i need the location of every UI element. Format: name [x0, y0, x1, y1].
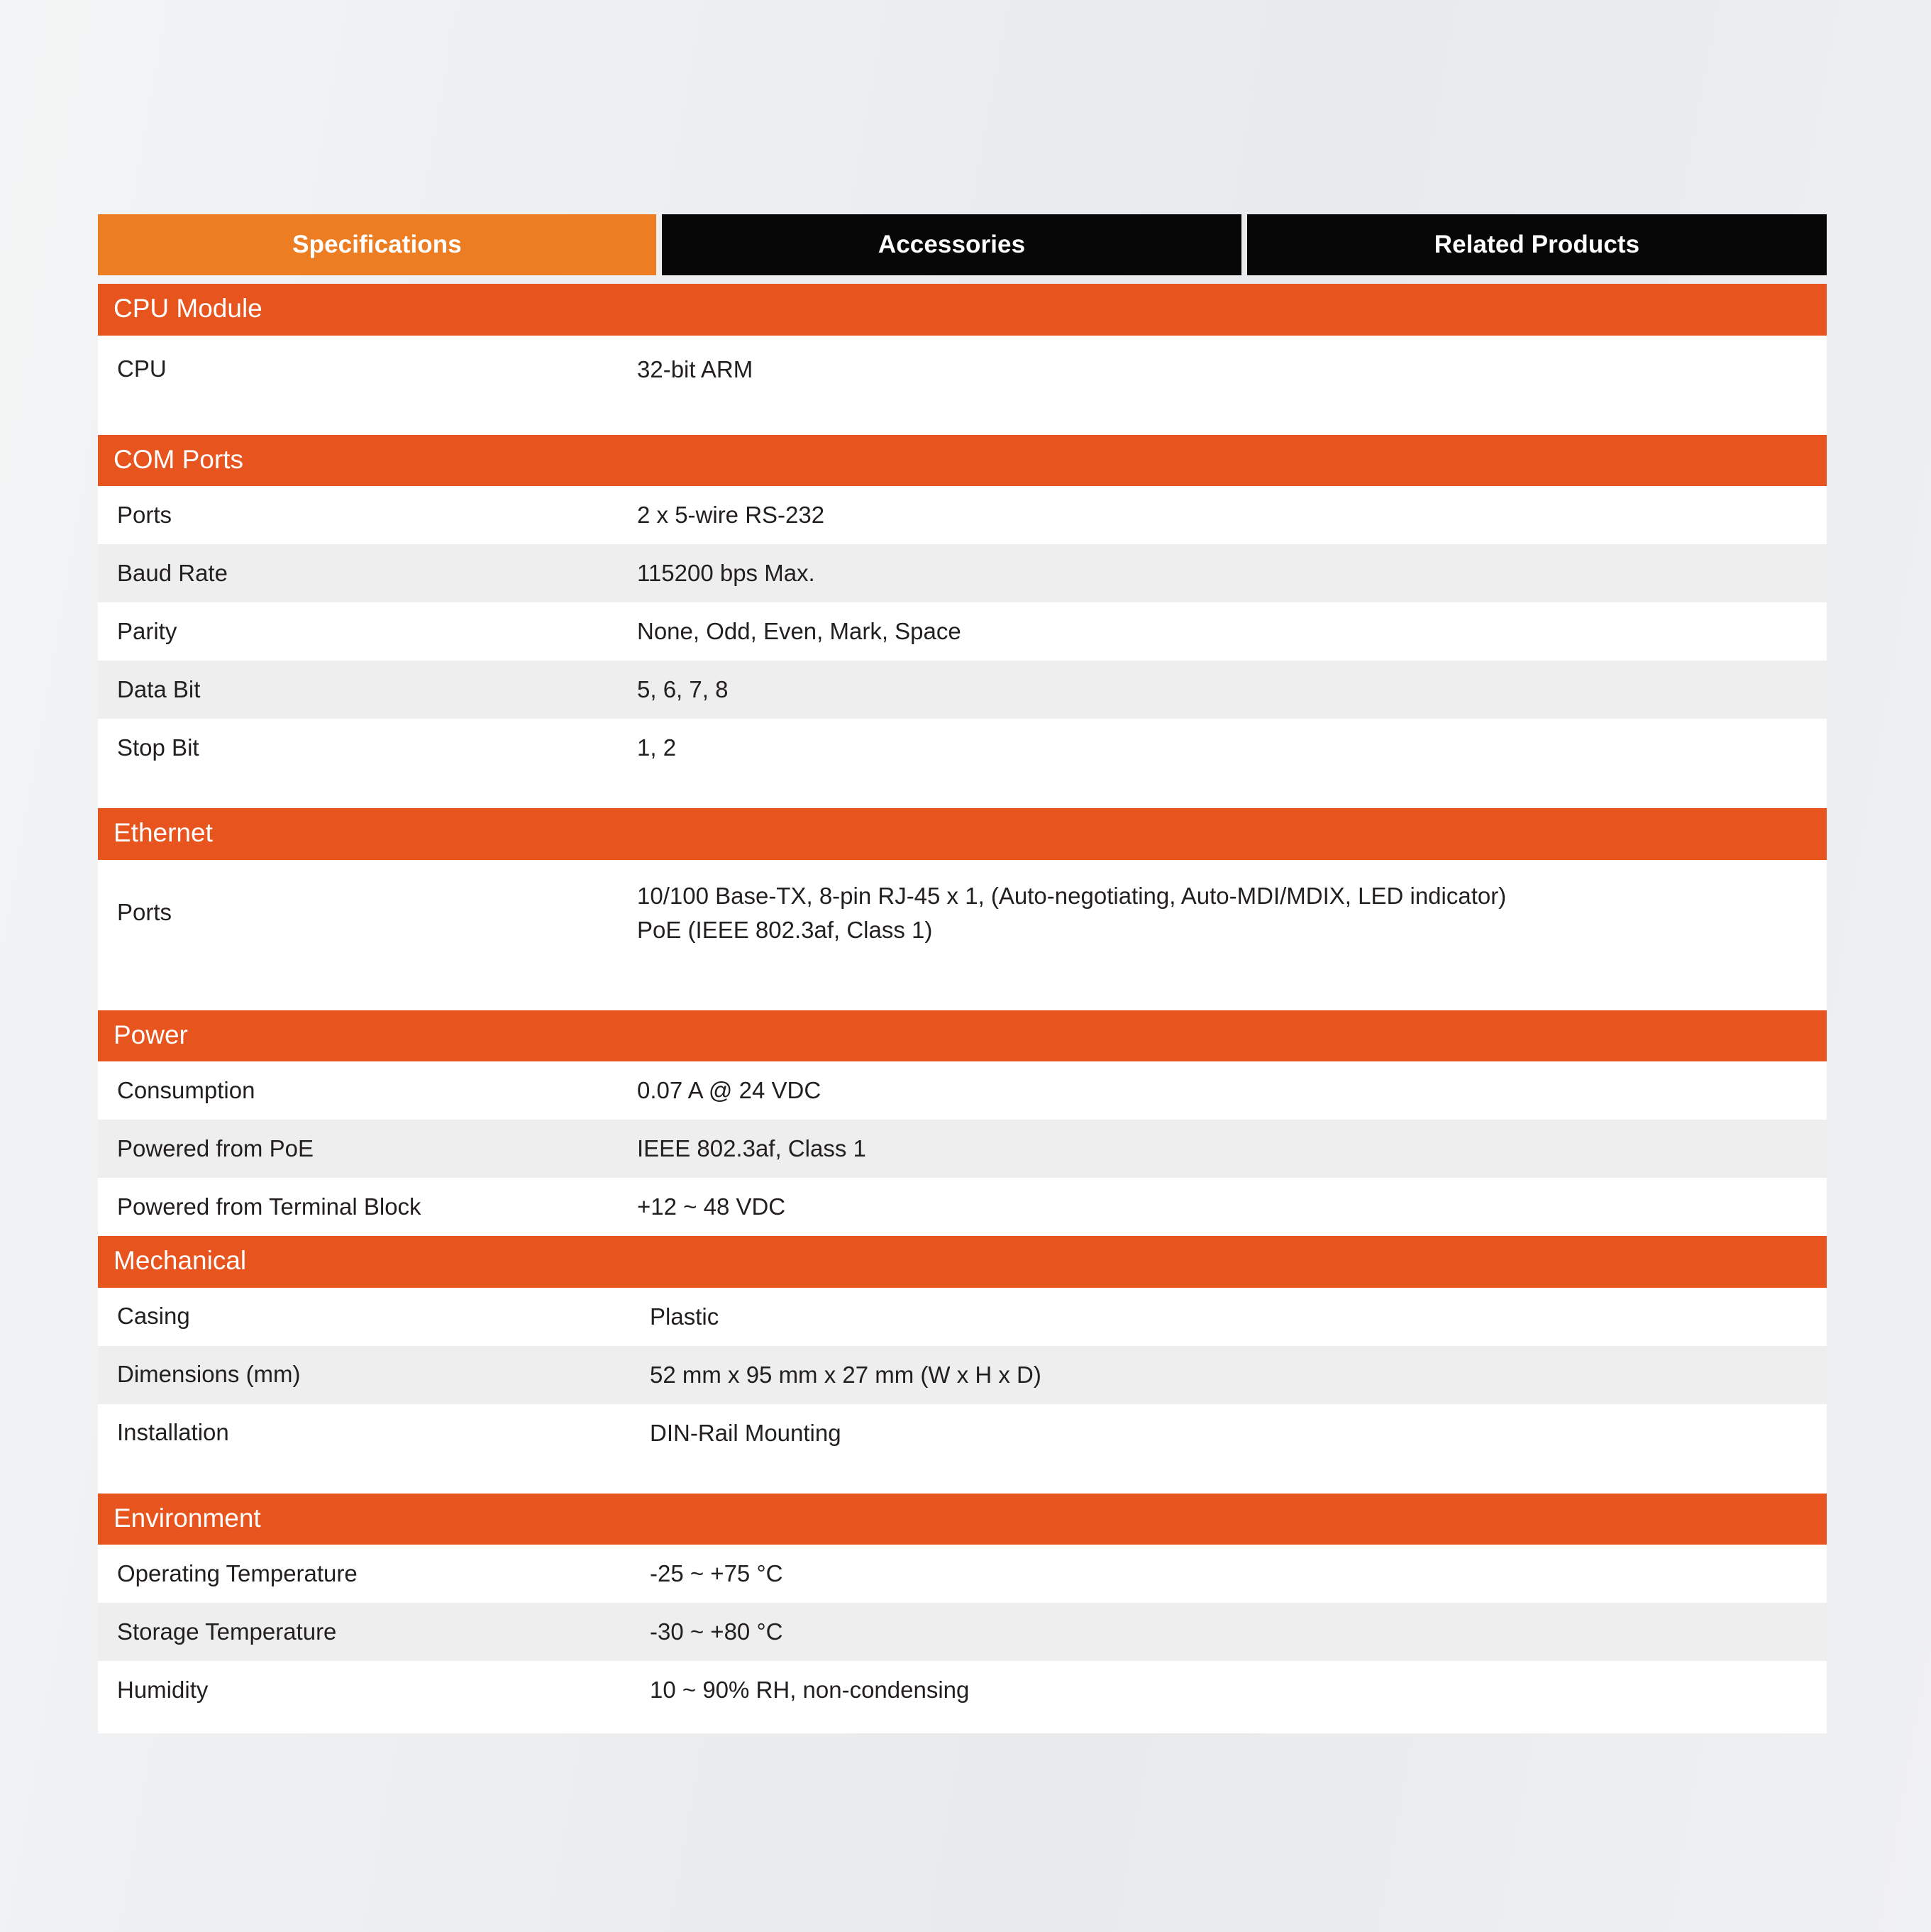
- row-value: 10/100 Base-TX, 8-pin RJ-45 x 1, (Auto-n…: [637, 882, 1507, 943]
- tab-accessories[interactable]: Accessories: [662, 214, 1241, 275]
- table-row: Storage Temperature -30 ~ +80 °C: [98, 1603, 1827, 1662]
- row-label: Operating Temperature: [117, 1560, 358, 1586]
- row-label: Powered from Terminal Block: [117, 1193, 421, 1220]
- table-row: CPU 32-bit ARM: [98, 335, 1827, 404]
- tab-related-products-label: Related Products: [1434, 231, 1640, 258]
- section-rows-cpu-module: CPU 32-bit ARM: [98, 335, 1827, 428]
- tab-specifications[interactable]: Specifications: [98, 214, 656, 275]
- table-row: Parity None, Odd, Even, Mark, Space: [98, 602, 1827, 661]
- row-value: +12 ~ 48 VDC: [637, 1193, 786, 1220]
- row-label: Ports: [117, 501, 172, 528]
- row-value: IEEE 802.3af, Class 1: [637, 1135, 866, 1162]
- tab-related-products[interactable]: Related Products: [1247, 214, 1827, 275]
- table-row: Baud Rate 115200 bps Max.: [98, 544, 1827, 603]
- section-rows-ethernet: Ports 10/100 Base-TX, 8-pin RJ-45 x 1, (…: [98, 859, 1827, 1003]
- section-spacer: [98, 1719, 1827, 1734]
- row-value: 52 mm x 95 mm x 27 mm (W x H x D): [650, 1361, 1041, 1388]
- section-rows-environment: Operating Temperature -25 ~ +75 °C Stora…: [98, 1545, 1827, 1734]
- section-environment: Environment Operating Temperature -25 ~ …: [98, 1493, 1827, 1734]
- table-row: Dimensions (mm) 52 mm x 95 mm x 27 mm (W…: [98, 1345, 1827, 1404]
- row-value: 10 ~ 90% RH, non-condensing: [650, 1677, 970, 1704]
- section-ethernet: Ethernet Ports 10/100 Base-TX, 8-pin RJ-…: [98, 808, 1827, 1003]
- row-label: Powered from PoE: [117, 1135, 314, 1161]
- row-label: Baud Rate: [117, 559, 228, 586]
- row-value: -30 ~ +80 °C: [650, 1618, 783, 1645]
- row-label: Parity: [117, 617, 177, 644]
- section-header-power: Power: [98, 1010, 1827, 1062]
- specifications-panel: Specifications Accessories Related Produ…: [98, 214, 1827, 1734]
- row-label: Humidity: [117, 1677, 209, 1703]
- row-value: 0.07 A @ 24 VDC: [637, 1077, 821, 1104]
- row-label: Consumption: [117, 1076, 255, 1103]
- section-spacer: [98, 966, 1827, 1003]
- row-value: 5, 6, 7, 8: [637, 676, 729, 703]
- table-row: Humidity 10 ~ 90% RH, non-condensing: [98, 1661, 1827, 1720]
- row-label: Stop Bit: [117, 734, 199, 761]
- row-label: CPU: [117, 355, 167, 382]
- section-com-ports: COM Ports Ports 2 x 5-wire RS-232 Baud R…: [98, 434, 1827, 802]
- row-value: 2 x 5-wire RS-232: [637, 502, 825, 529]
- section-spacer: [98, 403, 1827, 428]
- table-row: Operating Temperature -25 ~ +75 °C: [98, 1545, 1827, 1603]
- row-label: Ports: [117, 899, 172, 926]
- row-label: Dimensions (mm): [117, 1361, 301, 1388]
- table-row: Casing Plastic: [98, 1287, 1827, 1346]
- row-label: Installation: [117, 1419, 229, 1446]
- row-value: DIN-Rail Mounting: [650, 1419, 841, 1446]
- row-value: 1, 2: [637, 734, 677, 761]
- row-value: None, Odd, Even, Mark, Space: [637, 618, 961, 645]
- section-cpu-module: CPU Module CPU 32-bit ARM: [98, 284, 1827, 428]
- row-label: Data Bit: [117, 675, 201, 702]
- specifications-table: CPU Module CPU 32-bit ARM COM Ports Port…: [98, 284, 1827, 1734]
- table-row: Ports 10/100 Base-TX, 8-pin RJ-45 x 1, (…: [98, 859, 1827, 966]
- row-label: Casing: [117, 1303, 190, 1330]
- section-header-cpu-module: CPU Module: [98, 284, 1827, 336]
- section-power: Power Consumption 0.07 A @ 24 VDC Powere…: [98, 1010, 1827, 1237]
- table-row: Consumption 0.07 A @ 24 VDC: [98, 1061, 1827, 1120]
- section-spacer: [98, 1462, 1827, 1486]
- table-row: Ports 2 x 5-wire RS-232: [98, 486, 1827, 545]
- row-value: -25 ~ +75 °C: [650, 1560, 783, 1587]
- section-header-ethernet: Ethernet: [98, 808, 1827, 860]
- section-header-environment: Environment: [98, 1493, 1827, 1545]
- product-tab-bar: Specifications Accessories Related Produ…: [98, 214, 1827, 275]
- row-value: Plastic: [650, 1303, 719, 1330]
- table-row: Powered from Terminal Block +12 ~ 48 VDC: [98, 1178, 1827, 1237]
- row-value: 115200 bps Max.: [637, 560, 815, 587]
- section-rows-power: Consumption 0.07 A @ 24 VDC Powered from…: [98, 1061, 1827, 1237]
- table-row: Stop Bit 1, 2: [98, 719, 1827, 778]
- section-header-com-ports: COM Ports: [98, 434, 1827, 487]
- section-header-mechanical: Mechanical: [98, 1236, 1827, 1288]
- section-rows-com-ports: Ports 2 x 5-wire RS-232 Baud Rate 115200…: [98, 486, 1827, 802]
- row-label: Storage Temperature: [117, 1618, 337, 1645]
- table-row: Powered from PoE IEEE 802.3af, Class 1: [98, 1120, 1827, 1178]
- table-row: Data Bit 5, 6, 7, 8: [98, 661, 1827, 719]
- tab-specifications-label: Specifications: [292, 231, 462, 258]
- section-mechanical: Mechanical Casing Plastic Dimensions (mm…: [98, 1236, 1827, 1486]
- section-rows-mechanical: Casing Plastic Dimensions (mm) 52 mm x 9…: [98, 1287, 1827, 1486]
- section-spacer: [98, 777, 1827, 802]
- tab-accessories-label: Accessories: [878, 231, 1026, 258]
- table-row: Installation DIN-Rail Mounting: [98, 1403, 1827, 1462]
- row-value: 32-bit ARM: [637, 355, 753, 382]
